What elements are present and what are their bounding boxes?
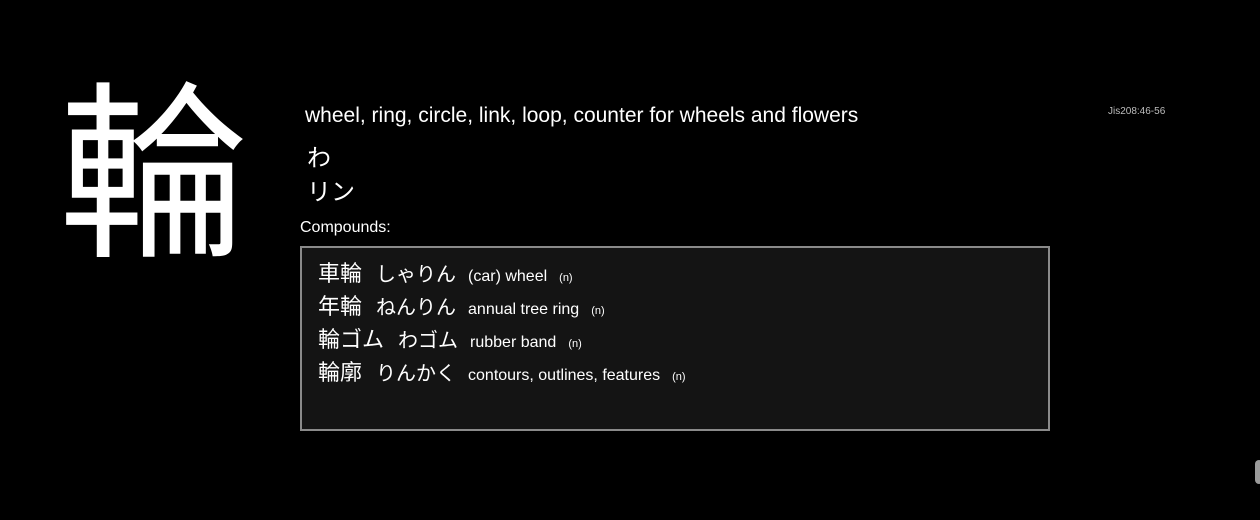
compound-gloss: rubber band — [470, 334, 557, 351]
compound-gloss: (car) wheel — [468, 268, 548, 285]
kun-reading: わ — [307, 144, 331, 172]
compound-part-of-speech: (n) — [559, 272, 573, 284]
compound-row: 車輪 しゃりん (car) wheel (n) — [318, 256, 1048, 289]
compound-reading: しゃりん — [376, 262, 457, 286]
kanji-character: 輪 — [58, 66, 249, 287]
compounds-panel: 車輪 しゃりん (car) wheel (n) 年輪 ねんりん annual t… — [300, 246, 1050, 431]
compound-reading: わゴム — [398, 328, 459, 352]
compound-reading: りんかく — [376, 361, 457, 385]
compound-part-of-speech: (n) — [568, 338, 582, 350]
compound-row: 輪ゴム わゴム rubber band (n) — [318, 322, 1048, 355]
kanji-meaning: wheel, ring, circle, link, loop, counter… — [305, 104, 859, 127]
compound-gloss: contours, outlines, features — [468, 367, 661, 384]
compound-gloss: annual tree ring — [468, 301, 580, 318]
compound-row: 年輪 ねんりん annual tree ring (n) — [318, 289, 1048, 322]
compound-word: 輪ゴム — [318, 328, 385, 353]
jis-reference: Jis208:46-56 — [1108, 106, 1166, 117]
compound-part-of-speech: (n) — [591, 305, 605, 317]
on-reading: リン — [307, 178, 355, 206]
compound-reading: ねんりん — [376, 295, 457, 319]
compounds-label: Compounds: — [300, 219, 391, 236]
compound-word: 輪廓 — [318, 361, 363, 386]
compound-word: 車輪 — [318, 262, 363, 287]
compound-row: 輪廓 りんかく contours, outlines, features (n) — [318, 355, 1048, 388]
scrollbar-thumb[interactable] — [1255, 460, 1260, 484]
compound-list: 車輪 しゃりん (car) wheel (n) 年輪 ねんりん annual t… — [302, 248, 1048, 388]
compound-part-of-speech: (n) — [672, 371, 686, 383]
compound-word: 年輪 — [318, 295, 363, 320]
